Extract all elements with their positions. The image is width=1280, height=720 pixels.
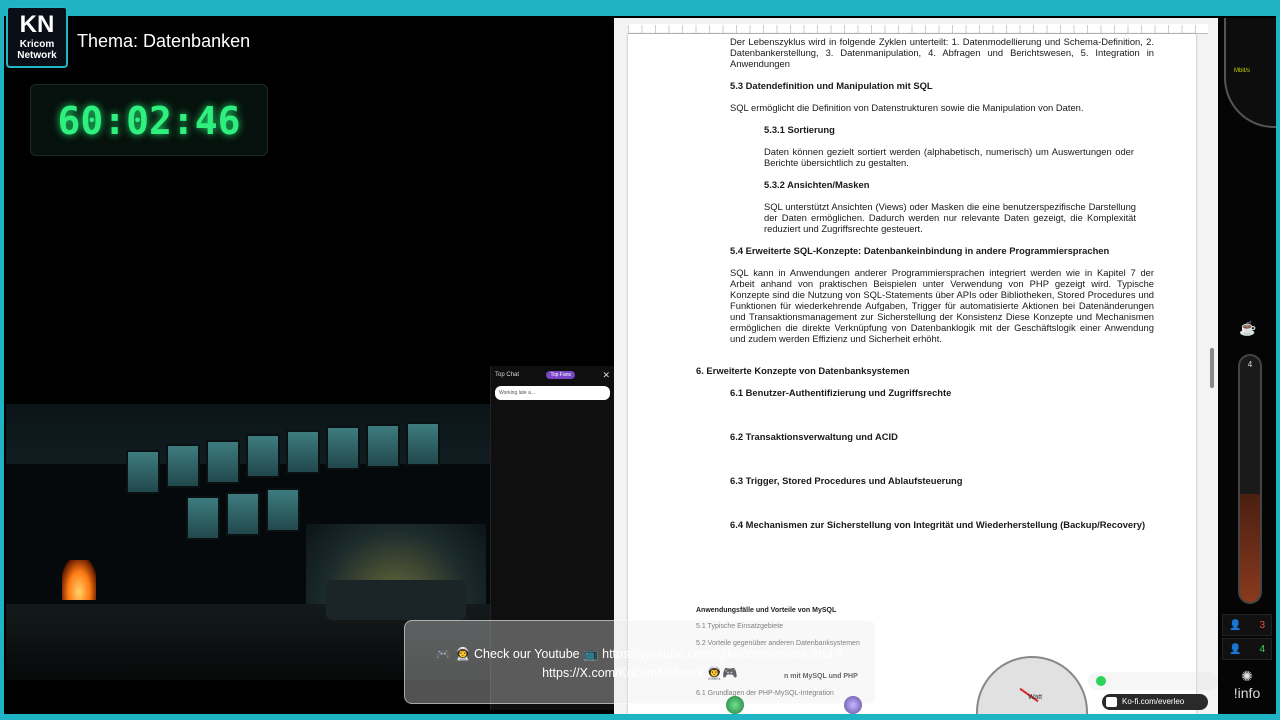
doc-heading: 6.2 Transaktionsverwaltung und ACID [730, 431, 898, 442]
top-fans-badge[interactable]: Top Fans [546, 371, 576, 379]
document-editor[interactable]: Der Lebenszyklus wird in folgende Zyklen… [614, 18, 1218, 716]
viewer-counter-green: 👤 4 [1222, 638, 1272, 660]
banner-line-1: 🎮 👨‍🚀 Check our Youtube 📺 https://youtub… [435, 647, 845, 661]
doc-heading: 6. Erweiterte Konzepte von Datenbanksyst… [696, 365, 910, 376]
speed-unit-label: Mbit/s [1234, 68, 1251, 74]
coffee-cup-icon: ☕ [1239, 320, 1257, 336]
doc-paragraph: SQL kann in Anwendungen anderer Programm… [730, 267, 1154, 344]
scene-window [246, 434, 280, 478]
doc-heading: 6.3 Trigger, Stored Procedures und Ablau… [730, 475, 963, 486]
network-speedometer: Mbit/s [1224, 18, 1276, 128]
stream-topic: Thema: Datenbanken [77, 31, 251, 51]
user-icon: 👤 [1229, 643, 1242, 655]
doc-heading: 5.3.2 Ansichten/Masken [764, 179, 870, 190]
close-icon[interactable]: ✕ [602, 370, 610, 381]
scene-window [326, 426, 360, 470]
logo-line-1: Kricom [19, 39, 55, 50]
scene-window [166, 444, 200, 488]
coffee-level-value: 4 [1247, 360, 1253, 369]
info-label: !info [1233, 685, 1261, 701]
doc-paragraph: SQL ermöglicht die Definition von Datens… [730, 102, 1084, 113]
scene-window [366, 424, 400, 468]
doc-heading: 5.3 Datendefinition und Manipulation mit… [730, 80, 933, 91]
countdown-timer: 60:02:46 [30, 84, 268, 156]
scene-window [186, 496, 220, 540]
doc-heading: 5.3.1 Sortierung [764, 124, 835, 135]
document-page[interactable]: Der Lebenszyklus wird in folgende Zyklen… [628, 34, 1196, 716]
scene-window [126, 450, 160, 494]
viewer-count-green: 4 [1259, 643, 1265, 655]
info-command: ✺ !info [1222, 668, 1272, 714]
sparkle-icon: ✺ [1241, 668, 1253, 684]
top-frame-bar [0, 0, 1280, 16]
scene-window [226, 492, 260, 536]
green-orb-icon [726, 696, 744, 714]
ruler [628, 24, 1208, 34]
kricom-logo: KN Kricom Network [6, 6, 68, 68]
doc-heading: 6.1 Benutzer-Authentifizierung und Zugri… [730, 387, 952, 398]
kofi-link[interactable]: Ko-fi.com/everleo [1102, 694, 1208, 710]
banner-line-2: https://X.com/KricomNetwork 👨‍🚀🎮 [542, 666, 738, 680]
chat-mode-label[interactable]: Top Chat [495, 372, 519, 378]
ruler-ticks [628, 25, 1208, 33]
scene-window [266, 488, 300, 532]
heart-icon [1096, 676, 1106, 686]
scene-window [206, 440, 240, 484]
stream-sidebar: Mbit/s ☕ 4 👤 3 👤 4 ✺ !info [1220, 18, 1276, 718]
kofi-label: Ko-fi.com/everleo [1122, 697, 1185, 706]
document-scrollbar[interactable] [1210, 348, 1214, 388]
scene-window [286, 430, 320, 474]
chat-header: Top Chat Top Fans ✕ [491, 366, 614, 384]
logo-initials: KN [19, 11, 55, 38]
status-pill [1088, 672, 1218, 690]
doc-heading: 6.4 Mechanismen zur Sicherstellung von I… [730, 519, 1146, 530]
logo-line-2: Network [17, 50, 57, 61]
scene-window [406, 422, 440, 466]
purple-orb-icon [844, 696, 862, 714]
doc-paragraph: Daten können gezielt sortiert werden (al… [764, 146, 1134, 168]
scene-sofa [326, 580, 466, 620]
doc-paragraph: Der Lebenszyklus wird in folgende Zyklen… [730, 36, 1154, 69]
kofi-cup-icon [1106, 697, 1117, 707]
fireplace-flame [62, 560, 96, 600]
gauge-label: Watt [1028, 694, 1043, 701]
viewer-counter-red: 👤 3 [1222, 614, 1272, 636]
social-links-banner: 🎮 👨‍🚀 Check our Youtube 📺 https://youtub… [404, 620, 876, 704]
pinned-message[interactable]: Working late a... [495, 386, 610, 400]
coffee-level-tube: 4 [1238, 354, 1262, 604]
viewer-count-red: 3 [1259, 619, 1265, 631]
user-icon: 👤 [1229, 619, 1242, 631]
doc-heading: 5.4 Erweiterte SQL-Konzepte: Datenbankei… [730, 245, 1110, 256]
outline-title: Anwendungsfälle und Vorteile von MySQL [696, 607, 837, 614]
doc-paragraph: SQL unterstützt Ansichten (Views) oder M… [764, 201, 1136, 234]
